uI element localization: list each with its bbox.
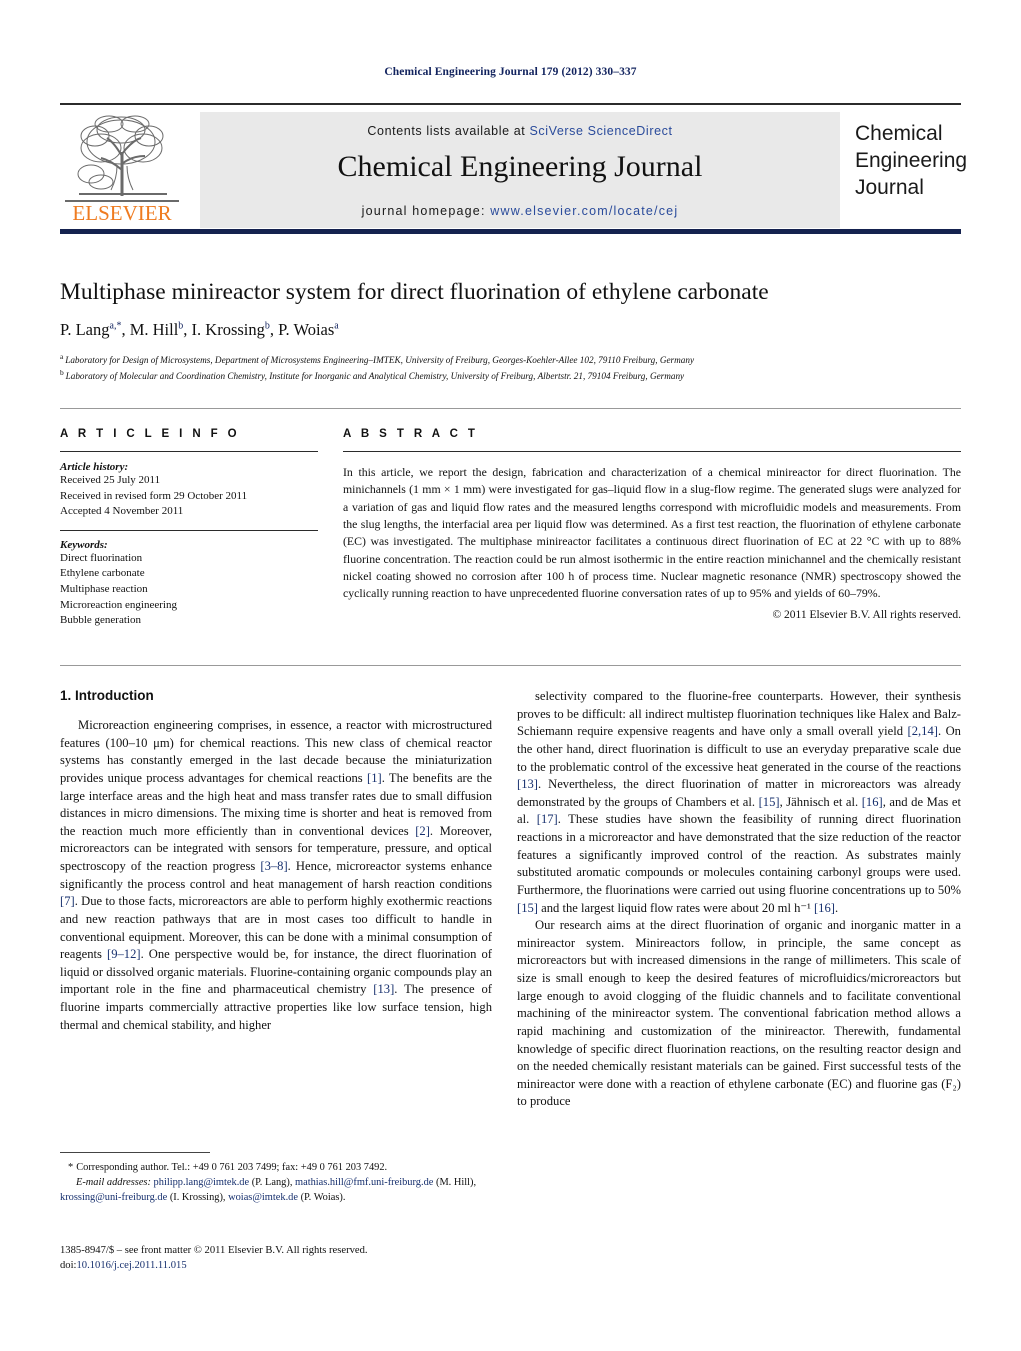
title-separator-rule	[60, 408, 961, 409]
author-name: P. Woias	[278, 320, 335, 340]
citation-link[interactable]: [1]	[367, 771, 382, 785]
email-owner: (P. Lang),	[249, 1176, 293, 1188]
affiliation-text: Laboratory of Molecular and Coordination…	[65, 370, 685, 381]
keywords-label: Keywords:	[60, 538, 108, 551]
body-paragraph: Microreaction engineering comprises, in …	[60, 718, 493, 1032]
citation-link[interactable]: [15]	[517, 901, 538, 915]
affiliation-line: a Laboratory for Design of Microsystems,…	[60, 352, 961, 367]
doi-link[interactable]: 10.1016/j.cej.2011.11.015	[76, 1260, 186, 1271]
citation-link[interactable]: [15]	[759, 795, 780, 809]
right-paragraphs: selectivity compared to the fluorine-fre…	[517, 688, 961, 1111]
citation-link[interactable]: [7]	[60, 894, 75, 908]
article-history-lines: Received 25 July 2011 Received in revised…	[60, 473, 318, 520]
affiliation-list: a Laboratory for Design of Microsystems,…	[60, 352, 961, 383]
masthead-top-rule	[60, 103, 961, 105]
author-name: M. Hill	[129, 320, 179, 340]
abstract-rule	[343, 451, 961, 452]
citation-link[interactable]: [2,14]	[908, 724, 938, 738]
citation-link[interactable]: [16]	[814, 901, 835, 915]
footnote-block: * Corresponding author. Tel.: +49 0 761 2…	[60, 1152, 492, 1205]
homepage-prefix: journal homepage:	[361, 204, 491, 218]
email-link[interactable]: philipp.lang@imtek.de	[154, 1177, 250, 1188]
abstract-column: A B S T R A C T In this article, we repo…	[343, 428, 961, 621]
journal-masthead: ELSEVIER Contents lists available at Sci…	[60, 103, 967, 234]
article-history-item: Received 25 July 2011	[60, 474, 161, 486]
footnote-rule	[60, 1152, 210, 1153]
author-affiliation-mark: b	[178, 320, 184, 332]
abstract-heading: A B S T R A C T	[343, 428, 479, 440]
email-addresses-note: E-mail addresses: philipp.lang@imtek.de …	[60, 1176, 492, 1206]
left-paragraphs: Microreaction engineering comprises, in …	[60, 717, 492, 1034]
running-head: Chemical Engineering Journal 179 (2012) …	[384, 66, 637, 78]
body-column-right: selectivity compared to the fluorine-fre…	[517, 688, 961, 1111]
email-link[interactable]: krossing@uni-freiburg.de	[60, 1192, 167, 1203]
email-owner: (P. Woias).	[298, 1191, 346, 1203]
keywords-rule	[60, 529, 318, 531]
author-name: I. Krossing	[191, 320, 265, 340]
citation-link[interactable]: [9–12]	[107, 947, 141, 961]
elsevier-logo: ELSEVIER	[63, 112, 181, 228]
keyword-item: Ethylene carbonate	[60, 567, 145, 580]
issn-line: 1385-8947/$ – see front matter © 2011 El…	[60, 1245, 368, 1256]
sciencedirect-link[interactable]: SciVerse ScienceDirect	[529, 124, 672, 138]
keyword-item: Multiphase reaction	[60, 583, 148, 596]
body-column-left: 1. Introduction Microreaction engineerin…	[60, 688, 492, 1034]
email-owner: (M. Hill),	[433, 1176, 477, 1188]
homepage-url-link[interactable]: www.elsevier.com/locate/cej	[490, 204, 678, 218]
corresponding-author-text: Corresponding author. Tel.: +49 0 761 20…	[76, 1162, 388, 1173]
article-history-label: Article history:	[60, 461, 129, 473]
issn-copyright-block: 1385-8947/$ – see front matter © 2011 El…	[60, 1243, 510, 1274]
email-link[interactable]: mathias.hill@fmf.uni-freiburg.de	[292, 1177, 433, 1188]
section-heading-introduction: 1. Introduction	[60, 688, 154, 703]
corresponding-author-note: * Corresponding author. Tel.: +49 0 761 2…	[60, 1161, 492, 1176]
author-affiliation-mark: b	[264, 320, 270, 332]
keywords-block: Keywords: Direct fluorination Ethylene ca…	[60, 529, 318, 629]
article-info-rule	[60, 451, 318, 452]
author-list: P. Langa,*, M. Hillb, I. Krossingb, P. W…	[60, 320, 339, 340]
paper-page: Chemical Engineering Journal 179 (2012) …	[0, 0, 1021, 1351]
doi-label: doi:	[60, 1260, 77, 1272]
citation-link[interactable]: [17]	[537, 812, 558, 826]
abstract-separator-rule	[60, 665, 961, 666]
affiliation-line: b Laboratory of Molecular and Coordinati…	[60, 368, 961, 383]
body-paragraph: selectivity compared to the fluorine-fre…	[517, 689, 961, 915]
page-title: Multiphase minireactor system for direct…	[60, 279, 769, 305]
contents-prefix: Contents lists available at	[367, 124, 530, 138]
email-addresses-label: E-mail addresses:	[76, 1176, 151, 1188]
keyword-item: Direct fluorination	[60, 551, 143, 564]
citation-link[interactable]: [2]	[415, 824, 430, 838]
abstract-text: In this article, we report the design, f…	[343, 465, 961, 601]
journal-homepage-line: journal homepage: www.elsevier.com/locat…	[200, 204, 840, 218]
title-block: Multiphase minireactor system for direct…	[60, 278, 961, 383]
citation-link[interactable]: [3–8]	[260, 859, 287, 873]
journal-header-box: Contents lists available at SciVerse Sci…	[200, 112, 840, 228]
elsevier-wordmark: ELSEVIER	[72, 201, 172, 225]
abstract-copyright: © 2011 Elsevier B.V. All rights reserved…	[772, 608, 961, 621]
author-affiliation-mark: a	[334, 320, 339, 332]
article-info-heading: A R T I C L E I N F O	[60, 428, 241, 440]
citation-link[interactable]: [13]	[373, 982, 394, 996]
article-history-item: Received in revised form 29 October 2011	[60, 489, 248, 502]
keyword-item: Microreaction engineering	[60, 598, 177, 611]
citation-link[interactable]: [13]	[517, 777, 538, 791]
contents-available-line: Contents lists available at SciVerse Sci…	[200, 124, 840, 138]
article-history-item: Accepted 4 November 2011	[60, 505, 184, 518]
asterisk-icon: *	[68, 1162, 74, 1173]
masthead-bottom-bar	[60, 229, 961, 234]
citation-link[interactable]: [16]	[862, 795, 883, 809]
body-paragraph: Our research aims at the direct fluorina…	[517, 918, 961, 1109]
elsevier-tree-icon	[77, 115, 167, 196]
doi-line: doi:10.1016/j.cej.2011.11.015	[60, 1258, 510, 1273]
author-name: P. Lang	[60, 320, 110, 340]
keywords-lines: Direct fluorination Ethylene carbonate Mul…	[60, 551, 318, 629]
journal-cover-title: Chemical Engineering Journal	[855, 122, 968, 199]
article-info-column: A R T I C L E I N F O Article history: R…	[60, 428, 318, 629]
author-affiliation-mark: a,*	[109, 320, 122, 332]
affiliation-text: Laboratory for Design of Microsystems, D…	[65, 355, 695, 366]
email-owner: (I. Krossing),	[167, 1191, 226, 1203]
keyword-item: Bubble generation	[60, 614, 141, 627]
journal-title: Chemical Engineering Journal	[337, 150, 703, 183]
email-link[interactable]: woias@imtek.de	[226, 1192, 298, 1203]
